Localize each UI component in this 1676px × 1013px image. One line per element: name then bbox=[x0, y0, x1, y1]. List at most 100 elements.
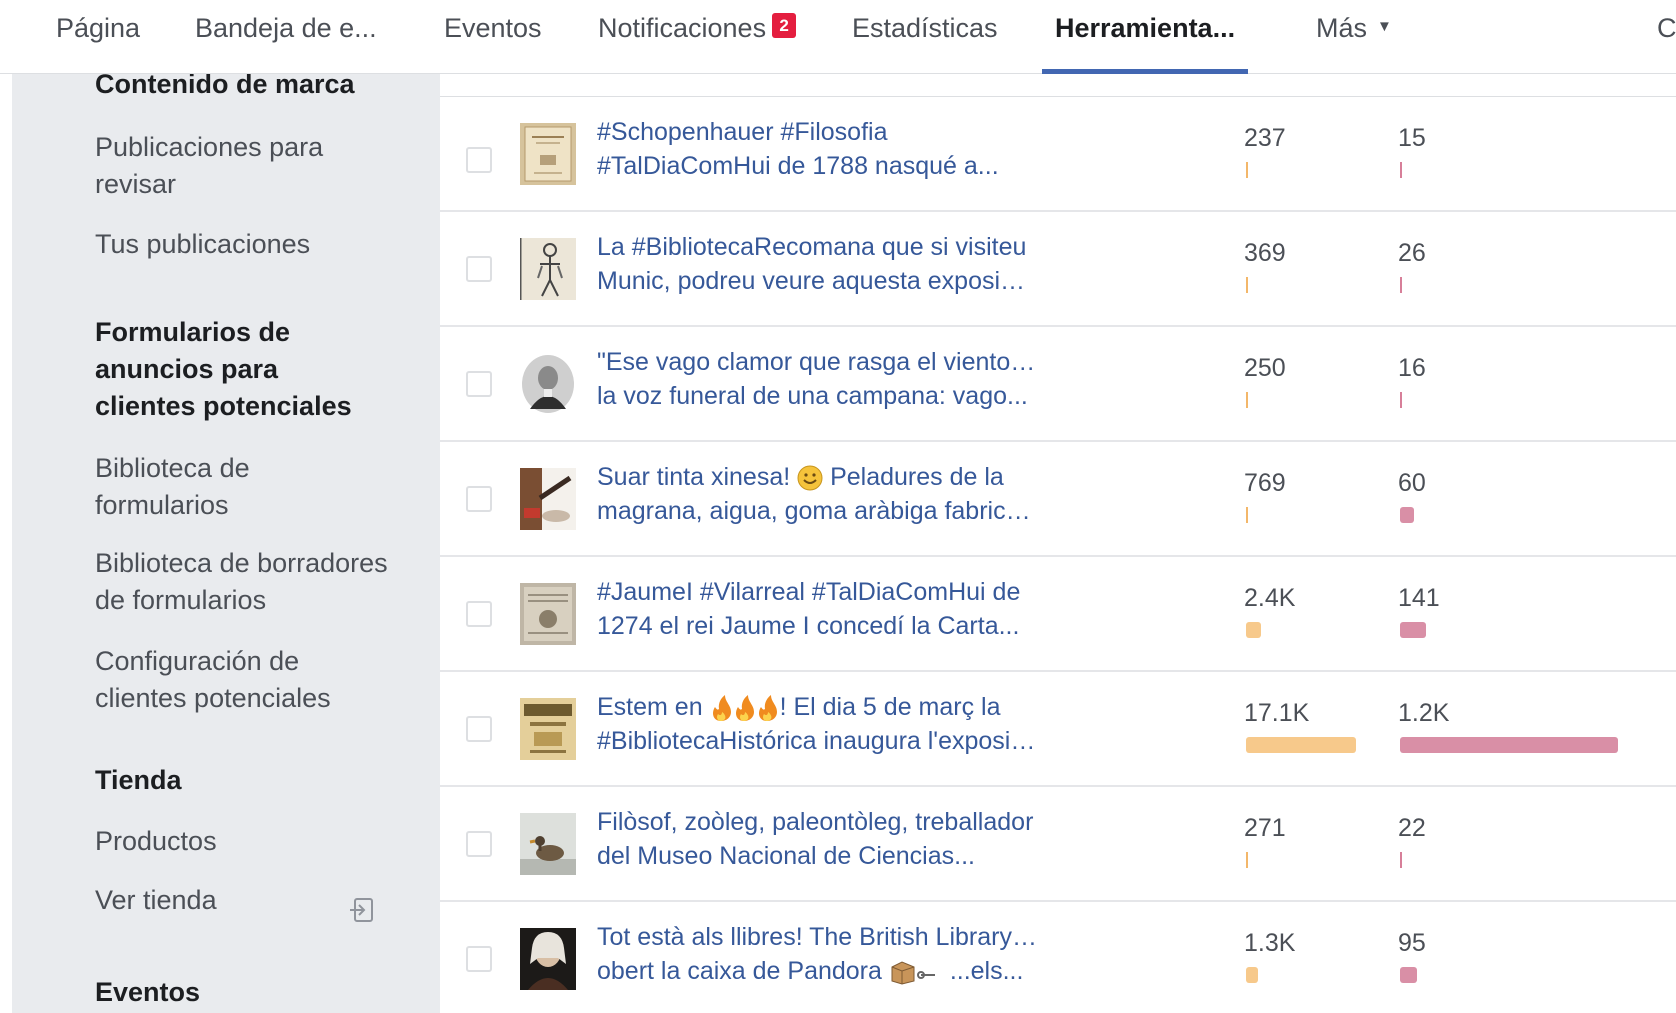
box-emoji-icon bbox=[891, 961, 935, 985]
tab-mas[interactable]: Más ▼ bbox=[1316, 0, 1392, 74]
post-thumbnail[interactable] bbox=[520, 353, 576, 415]
engagement-bar bbox=[1400, 622, 1426, 638]
post-thumbnail[interactable] bbox=[520, 123, 576, 185]
engagement-bar bbox=[1400, 392, 1402, 408]
sidebar-heading-formularios: Formularios de anuncios para clientes po… bbox=[95, 317, 352, 421]
post-text[interactable]: "Ese vago clamor que rasga el viento es … bbox=[597, 345, 1037, 413]
engagement-bar bbox=[1400, 277, 1402, 293]
post-text-line: Munic, podreu veure aquesta exposició... bbox=[597, 267, 1037, 295]
tab-notificaciones[interactable]: Notificaciones 2 bbox=[598, 0, 797, 74]
engagement-bar bbox=[1400, 507, 1414, 523]
sidebar-item-biblioteca-formularios[interactable]: Biblioteca de formularios bbox=[95, 450, 295, 524]
sidebar-item-publicaciones-revisar[interactable]: Publicaciones para revisar bbox=[95, 129, 355, 203]
row-checkbox[interactable] bbox=[466, 716, 492, 742]
row-checkbox[interactable] bbox=[466, 256, 492, 282]
tab-pagina[interactable]: Página bbox=[56, 0, 140, 74]
engagement-bar bbox=[1400, 967, 1417, 983]
post-text[interactable]: Filòsof, zoòleg, paleontòleg, treballado… bbox=[597, 805, 1037, 873]
reach-value: 2.4K bbox=[1244, 584, 1296, 612]
post-text[interactable]: Suar tinta xinesa! Peladures de la magra… bbox=[597, 460, 1037, 528]
row-checkbox[interactable] bbox=[466, 371, 492, 397]
reach-bar bbox=[1246, 507, 1248, 523]
tab-herramientas[interactable]: Herramienta... bbox=[1041, 0, 1249, 74]
reach-value: 271 bbox=[1244, 814, 1286, 842]
engagement-value: 15 bbox=[1398, 124, 1426, 152]
tab-label: Estadísticas bbox=[852, 13, 998, 43]
tab-eventos[interactable]: Eventos bbox=[444, 0, 542, 74]
tab-label: Página bbox=[56, 13, 141, 43]
sidebar: Contenido de marca Publicaciones para re… bbox=[12, 74, 440, 1013]
smiling-face-emoji-icon bbox=[797, 465, 823, 491]
row-checkbox[interactable] bbox=[466, 147, 492, 173]
post-row[interactable]: Suar tinta xinesa! Peladures de la magra… bbox=[440, 442, 1676, 557]
reach-bar bbox=[1246, 737, 1356, 753]
tab-estadisticas[interactable]: Estadísticas bbox=[852, 0, 998, 74]
notification-badge: 2 bbox=[772, 13, 797, 38]
post-text[interactable]: #Schopenhauer #Filosofia #TalDiaComHui d… bbox=[597, 115, 1037, 183]
post-row[interactable]: Estem en ! El dia 5 de març la #Bibliote… bbox=[440, 672, 1676, 787]
post-text-segment: obert la caixa de Pandora bbox=[597, 957, 882, 985]
post-text-line: #TalDiaComHui de 1788 nasqué a... bbox=[597, 152, 999, 180]
row-checkbox[interactable] bbox=[466, 831, 492, 857]
tab-label: Herramienta... bbox=[1055, 13, 1236, 43]
posts-list: #Schopenhauer #Filosofia #TalDiaComHui d… bbox=[440, 74, 1676, 1013]
tab-label: Más bbox=[1316, 13, 1368, 43]
post-text[interactable]: La #BibliotecaRecomana que si visiteu Mu… bbox=[597, 230, 1037, 298]
post-thumbnail[interactable] bbox=[520, 583, 576, 645]
engagement-value: 95 bbox=[1398, 929, 1426, 957]
reach-value: 237 bbox=[1244, 124, 1286, 152]
caret-down-icon: ▼ bbox=[1377, 18, 1392, 35]
row-checkbox[interactable] bbox=[466, 946, 492, 972]
post-text[interactable]: #JaumeI #Vilarreal #TalDiaComHui de 1274… bbox=[597, 575, 1037, 643]
reach-bar bbox=[1246, 967, 1258, 983]
reach-value: 369 bbox=[1244, 239, 1286, 267]
tab-label: Eventos bbox=[444, 13, 542, 43]
reach-value: 1.3K bbox=[1244, 929, 1296, 957]
post-thumbnail[interactable] bbox=[520, 238, 576, 300]
sidebar-item-productos[interactable]: Productos bbox=[95, 823, 395, 860]
post-thumbnail[interactable] bbox=[520, 928, 576, 990]
engagement-value: 22 bbox=[1398, 814, 1426, 842]
engagement-bar bbox=[1400, 737, 1618, 753]
reach-bar bbox=[1246, 162, 1248, 178]
sidebar-heading-tienda: Tienda bbox=[95, 765, 182, 795]
post-row[interactable]: #JaumeI #Vilarreal #TalDiaComHui de 1274… bbox=[440, 557, 1676, 672]
reach-value: 250 bbox=[1244, 354, 1286, 382]
post-text-line: la voz funeral de una campana: vago... bbox=[597, 382, 1028, 410]
tab-overflow[interactable]: C bbox=[1657, 0, 1676, 74]
tab-label: Bandeja de e... bbox=[195, 13, 377, 43]
post-text[interactable]: Tot està als llibres! The British Librar… bbox=[597, 920, 1037, 988]
post-row[interactable]: #Schopenhauer #Filosofia #TalDiaComHui d… bbox=[440, 97, 1676, 212]
post-text-line: La #BibliotecaRecomana que si visiteu bbox=[597, 233, 1027, 261]
row-checkbox[interactable] bbox=[466, 601, 492, 627]
tab-label: C bbox=[1657, 13, 1676, 43]
page-top-nav: Página Bandeja de e... Eventos Notificac… bbox=[0, 0, 1676, 74]
fire-emoji-icon bbox=[712, 695, 777, 722]
post-row[interactable]: "Ese vago clamor que rasga el viento es … bbox=[440, 327, 1676, 442]
post-text[interactable]: Estem en ! El dia 5 de març la #Bibliote… bbox=[597, 690, 1037, 758]
tab-bandeja[interactable]: Bandeja de e... bbox=[195, 0, 377, 74]
post-thumbnail[interactable] bbox=[520, 813, 576, 875]
post-row[interactable]: La #BibliotecaRecomana que si visiteu Mu… bbox=[440, 212, 1676, 327]
row-checkbox[interactable] bbox=[466, 486, 492, 512]
sidebar-item-biblioteca-borradores[interactable]: Biblioteca de borradores de formularios bbox=[95, 545, 405, 619]
post-text-line: magrana, aigua, goma aràbiga fabricad... bbox=[597, 497, 1037, 525]
sidebar-item-configuracion-clientes[interactable]: Configuración de clientes potenciales bbox=[95, 643, 355, 717]
sidebar-item-tus-publicaciones[interactable]: Tus publicaciones bbox=[95, 226, 395, 263]
post-thumbnail[interactable] bbox=[520, 468, 576, 530]
engagement-bar bbox=[1400, 162, 1402, 178]
engagement-value: 1.2K bbox=[1398, 699, 1450, 727]
engagement-value: 141 bbox=[1398, 584, 1440, 612]
exit-icon[interactable] bbox=[348, 896, 376, 924]
post-text-line: del Museo Nacional de Ciencias... bbox=[597, 842, 975, 870]
post-thumbnail[interactable] bbox=[520, 698, 576, 760]
post-row[interactable]: Tot està als llibres! The British Librar… bbox=[440, 902, 1676, 1013]
post-text-line: "Ese vago clamor que rasga el viento es bbox=[597, 348, 1037, 376]
post-text-segment: ...els... bbox=[942, 957, 1024, 985]
sidebar-heading-contenido-marca: Contenido de marca bbox=[95, 74, 355, 99]
post-row[interactable]: Filòsof, zoòleg, paleontòleg, treballado… bbox=[440, 787, 1676, 902]
reach-value: 769 bbox=[1244, 469, 1286, 497]
engagement-value: 26 bbox=[1398, 239, 1426, 267]
sidebar-heading-eventos: Eventos bbox=[95, 977, 201, 1007]
post-text-line: #JaumeI #Vilarreal #TalDiaComHui de bbox=[597, 578, 1021, 606]
